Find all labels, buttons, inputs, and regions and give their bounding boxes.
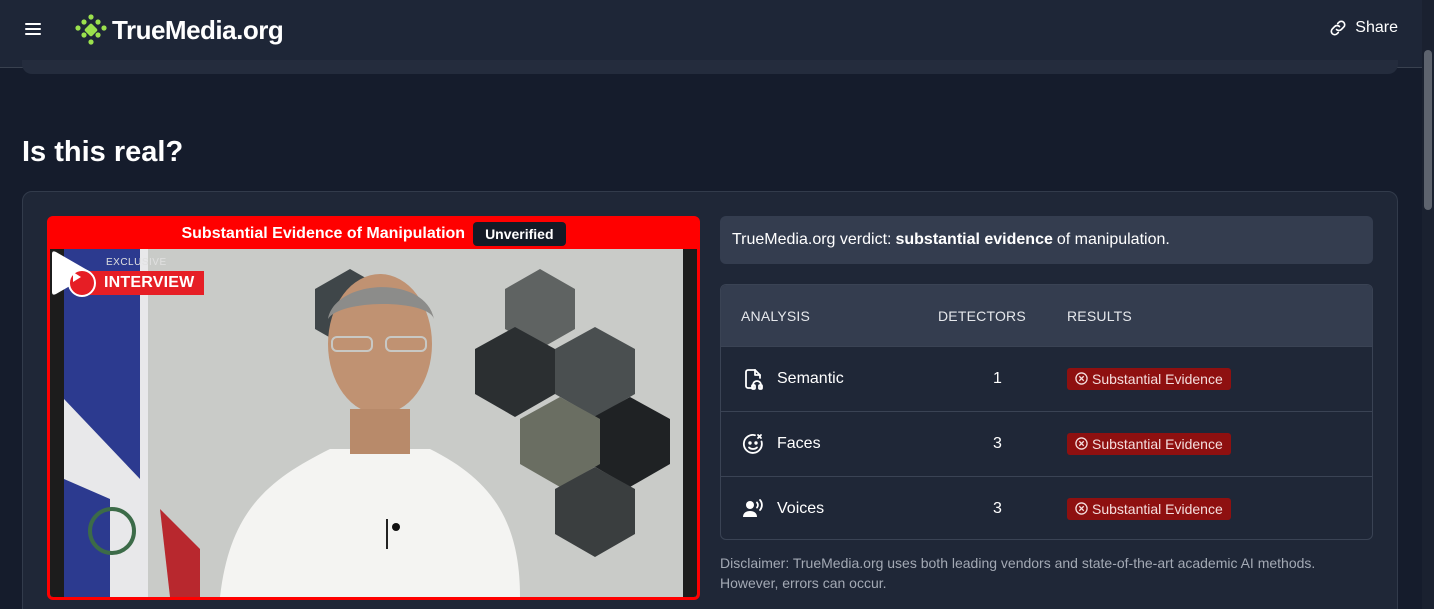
overlay-small-label: EXCLUSIVE [106,257,167,268]
result-badge: Substantial Evidence [1067,367,1231,390]
x-circle-icon [1075,502,1088,515]
page-title: Is this real? [22,136,184,168]
header-analysis: ANALYSIS [741,307,811,324]
video-frame-image [50,249,697,597]
share-label: Share [1355,19,1398,36]
manipulation-banner: Substantial Evidence of Manipulation Unv… [50,219,697,249]
previous-card-edge [22,60,1398,74]
verdict-emphasis: substantial evidence [895,231,1053,248]
analysis-table-header: ANALYSIS DETECTORS RESULTS [721,285,1372,346]
analysis-row-semantic[interactable]: Semantic 1 Substantial Evidence [721,346,1372,411]
analysis-name: Semantic [777,370,844,387]
semantic-icon [745,369,763,390]
disclaimer-text: Disclaimer: TrueMedia.org uses both lead… [720,555,1316,591]
top-bar: TrueMedia.org Share [0,0,1422,68]
analysis-name: Voices [777,500,825,517]
media-preview: Substantial Evidence of Manipulation Unv… [47,216,700,600]
analysis-row-voices[interactable]: Voices 3 Substantial Evidence [721,476,1372,539]
detector-count: 3 [993,435,1002,452]
result-badge: Substantial Evidence [1067,497,1231,520]
scrollbar[interactable] [1422,0,1434,609]
x-circle-icon [1075,437,1088,450]
truemedia-logo-icon [75,14,107,45]
verdict-prefix: TrueMedia.org verdict: [732,231,892,248]
detector-count: 1 [993,370,1002,387]
result-badge: Substantial Evidence [1067,432,1231,455]
manipulation-label: Substantial Evidence of Manipulation [181,225,466,242]
video-player[interactable]: EXCLUSIVE INTERVIEW [50,249,697,597]
result-label: Substantial Evidence [1092,500,1223,517]
analysis-name: Faces [777,435,821,452]
logo-text: TrueMedia.org [112,14,284,45]
unverified-badge: Unverified [473,222,566,246]
verdict-suffix: of manipulation. [1056,231,1170,248]
logo[interactable]: TrueMedia.org [74,12,284,48]
voices-icon [743,499,763,517]
share-button[interactable]: Share [1329,16,1398,40]
link-icon [1330,20,1346,36]
detector-count: 3 [993,500,1002,517]
play-circle-icon [68,269,96,297]
analysis-table: ANALYSIS DETECTORS RESULTS Semantic 1 Su… [720,284,1373,540]
faces-icon [742,434,763,454]
result-label: Substantial Evidence [1092,435,1223,452]
result-label: Substantial Evidence [1092,370,1223,387]
overlay-label: INTERVIEW [88,271,205,295]
menu-icon[interactable] [24,20,44,38]
analysis-row-faces[interactable]: Faces 3 Substantial Evidence [721,411,1372,476]
header-detectors: DETECTORS [938,307,1026,324]
x-circle-icon [1075,372,1088,385]
header-results: RESULTS [1067,307,1132,324]
verdict-box: TrueMedia.org verdict: substantial evide… [720,216,1373,264]
scrollbar-thumb[interactable] [1424,50,1432,210]
